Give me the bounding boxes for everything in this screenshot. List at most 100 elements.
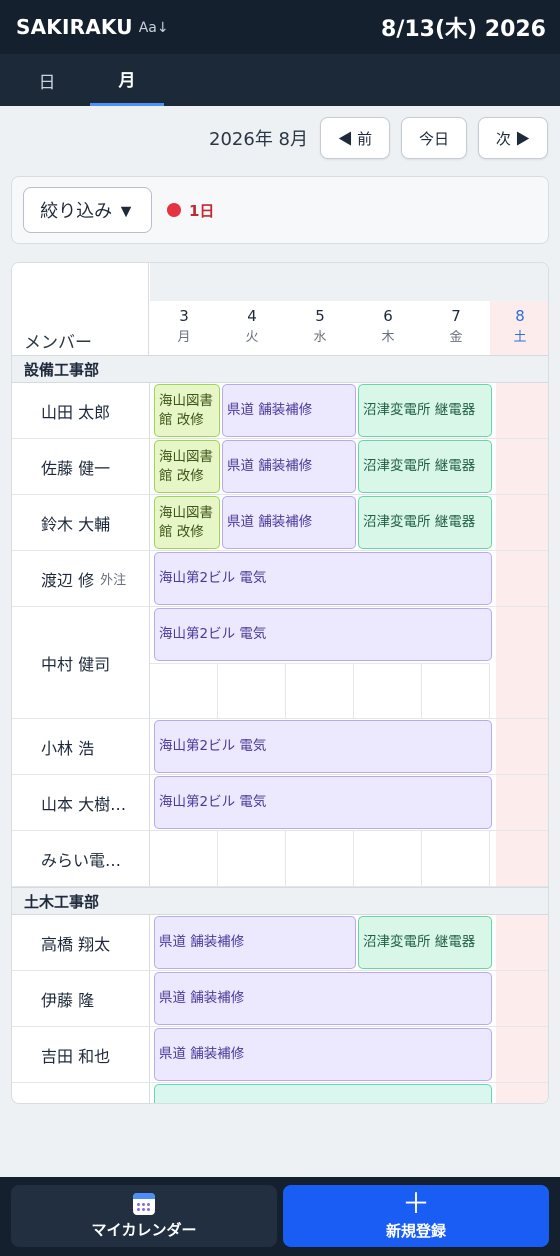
member-name-text: 山本 大樹… <box>41 794 127 814</box>
member-subtag: 外注 <box>100 573 127 588</box>
saturday-cell[interactable] <box>496 551 548 606</box>
member-row: 吉田 和也 県道 舗装補修 <box>12 1027 548 1083</box>
event-block[interactable]: 県道 舗装補修 <box>222 440 356 493</box>
saturday-cell[interactable] <box>496 775 548 830</box>
member-name[interactable]: 山田 太郎 <box>12 383 150 438</box>
day-header[interactable]: 5水 <box>286 301 354 355</box>
member-name-text: みらい電… <box>41 850 122 870</box>
saturday-cell[interactable] <box>496 719 548 774</box>
member-row: 鈴木 大輔 海山図書館 改修 県道 舗装補修 沼津変電所 継電器 <box>12 495 548 551</box>
day-header[interactable]: 3月 <box>150 301 218 355</box>
empty-day-cell[interactable] <box>286 663 354 718</box>
font-size-toggle[interactable]: Aa↓ <box>139 20 169 36</box>
day-header[interactable]: 6木 <box>354 301 422 355</box>
saturday-cell <box>496 1083 548 1103</box>
member-name[interactable]: 渡辺 修外注 <box>12 551 150 606</box>
member-name[interactable]: 鈴木 大輔 <box>12 495 150 550</box>
event-block[interactable]: 海山第2ビル 電気 <box>154 608 492 661</box>
filter-panel: 絞り込み ▼ 1日 <box>11 176 549 244</box>
event-block[interactable]: 県道 舗装補修 <box>222 384 356 437</box>
day-number: 5 <box>315 307 325 325</box>
member-row-partial <box>12 1083 548 1103</box>
today-button[interactable]: 今日 <box>401 117 467 159</box>
calendar-grid: メンバー 3月4火5水6木7金8土 設備工事部 山田 太郎 海山図書館 改修 県道 舗… <box>11 262 549 1104</box>
member-name[interactable]: みらい電… <box>12 831 150 886</box>
month-label: 2026年 8月 <box>209 129 308 150</box>
event-block[interactable]: 沼津変電所 継電器 <box>358 916 492 969</box>
saturday-cell[interactable] <box>496 915 548 970</box>
day-header[interactable]: 4火 <box>218 301 286 355</box>
empty-day-cell[interactable] <box>354 831 422 886</box>
event-block[interactable]: 県道 舗装補修 <box>154 1028 492 1081</box>
saturday-cell[interactable] <box>496 383 548 438</box>
empty-day-cell[interactable] <box>286 831 354 886</box>
day-number: 6 <box>383 307 393 325</box>
month-nav: 2026年 8月 ◀ 前 今日 次 ▶ <box>0 116 560 160</box>
day-of-week: 土 <box>513 330 527 345</box>
tab-month[interactable]: 月 <box>90 54 164 106</box>
event-block[interactable]: 海山図書館 改修 <box>154 440 220 493</box>
empty-day-cell[interactable] <box>218 831 286 886</box>
member-name[interactable]: 佐藤 健一 <box>12 439 150 494</box>
member-name[interactable]: 中村 健司 <box>12 607 150 718</box>
app-header: SAKIRAKU Aa↓ 8/13(木) 2026 <box>0 0 560 54</box>
member-row: 佐藤 健一 海山図書館 改修 県道 舗装補修 沼津変電所 継電器 <box>12 439 548 495</box>
member-name[interactable]: 高橋 翔太 <box>12 915 150 970</box>
member-name[interactable]: 吉田 和也 <box>12 1027 150 1082</box>
plus-icon: ＋ <box>401 1186 430 1220</box>
member-name[interactable]: 小林 浩 <box>12 719 150 774</box>
filter-badge: 1日 <box>189 201 215 220</box>
new-registration-button[interactable]: ＋ 新規登録 <box>283 1185 549 1247</box>
event-block[interactable]: 海山第2ビル 電気 <box>154 720 492 773</box>
member-row: みらい電… <box>12 831 548 887</box>
saturday-cell[interactable] <box>496 971 548 1026</box>
member-row: 渡辺 修外注 海山第2ビル 電気 <box>12 551 548 607</box>
member-header-label: メンバー <box>24 333 92 353</box>
event-block[interactable]: 沼津変電所 継電器 <box>358 496 492 549</box>
saturday-cell[interactable] <box>496 439 548 494</box>
member-name-text: 鈴木 大輔 <box>41 514 111 534</box>
department-header: 設備工事部 <box>12 355 548 383</box>
event-block[interactable]: 海山図書館 改修 <box>154 496 220 549</box>
saturday-cell[interactable] <box>496 607 548 718</box>
member-row: 山田 太郎 海山図書館 改修 県道 舗装補修 沼津変電所 継電器 <box>12 383 548 439</box>
event-block[interactable]: 海山第2ビル 電気 <box>154 552 492 605</box>
next-button[interactable]: 次 ▶ <box>478 117 548 159</box>
empty-day-cell[interactable] <box>422 831 490 886</box>
member-name-text: 山田 太郎 <box>41 402 111 422</box>
filter-button[interactable]: 絞り込み ▼ <box>23 187 152 233</box>
empty-day-cell[interactable] <box>150 663 218 718</box>
prev-button[interactable]: ◀ 前 <box>320 117 390 159</box>
event-block[interactable]: 沼津変電所 継電器 <box>358 440 492 493</box>
day-header[interactable]: 8土 <box>490 301 548 355</box>
empty-day-cell[interactable] <box>422 663 490 718</box>
my-calendar-button[interactable]: マイカレンダー <box>11 1185 277 1247</box>
member-name[interactable]: 伊藤 隆 <box>12 971 150 1026</box>
member-name-text: 高橋 翔太 <box>41 934 111 954</box>
saturday-cell[interactable] <box>496 495 548 550</box>
member-name-text: 伊藤 隆 <box>41 990 95 1010</box>
calendar-icon <box>133 1192 155 1215</box>
saturday-cell[interactable] <box>496 831 548 886</box>
event-block[interactable]: 沼津変電所 継電器 <box>358 384 492 437</box>
day-header[interactable]: 7金 <box>422 301 490 355</box>
event-block[interactable]: 海山第2ビル 電気 <box>154 776 492 829</box>
new-registration-label: 新規登録 <box>385 1221 446 1240</box>
event-block[interactable]: 県道 舗装補修 <box>154 972 492 1025</box>
tab-day[interactable]: 日 <box>10 54 84 106</box>
empty-day-cell[interactable] <box>218 663 286 718</box>
member-name[interactable]: 山本 大樹… <box>12 775 150 830</box>
day-number: 3 <box>179 307 189 325</box>
empty-day-cell[interactable] <box>150 831 218 886</box>
day-of-week: 月 <box>177 330 191 345</box>
member-name-text: 渡辺 修 <box>41 570 95 590</box>
event-block[interactable]: 海山図書館 改修 <box>154 384 220 437</box>
empty-day-cell[interactable] <box>354 663 422 718</box>
department-header: 土木工事部 <box>12 887 548 915</box>
member-row: 高橋 翔太 県道 舗装補修 沼津変電所 継電器 <box>12 915 548 971</box>
event-block[interactable] <box>154 1084 492 1103</box>
event-block[interactable]: 県道 舗装補修 <box>222 496 356 549</box>
saturday-cell[interactable] <box>496 1027 548 1082</box>
day-header-band <box>150 263 548 301</box>
event-block[interactable]: 県道 舗装補修 <box>154 916 356 969</box>
